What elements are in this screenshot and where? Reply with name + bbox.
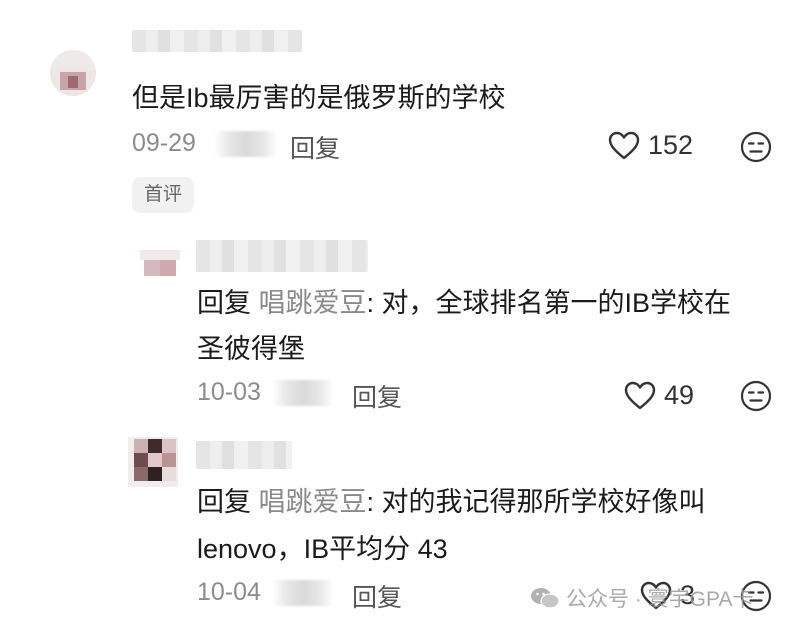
reply-button[interactable]: 回复 [290, 129, 340, 165]
username-blurred[interactable] [132, 30, 302, 52]
reply-text-line1: 回复 唱跳爱豆: 对，全球排名第一的IB学校在 [197, 281, 731, 325]
reply-body: : 对，全球排名第一的IB学校在 [366, 288, 732, 318]
heart-icon [624, 381, 656, 409]
mention-link[interactable]: 唱跳爱豆 [259, 487, 367, 517]
wechat-icon [531, 588, 560, 609]
username-blurred[interactable] [196, 441, 292, 469]
comment-text: 但是Ib最厉害的是俄罗斯的学校 [132, 83, 506, 113]
reply-button[interactable]: 回复 [352, 378, 402, 414]
reply-text-line2: lenovo，IB平均分 43 [197, 534, 448, 564]
like-count: 152 [648, 130, 694, 160]
username-blurred[interactable] [196, 240, 368, 272]
location-blurred [272, 580, 334, 606]
like-button[interactable]: 152 [608, 130, 693, 161]
avatar[interactable] [50, 50, 96, 96]
reply-button[interactable]: 回复 [352, 578, 402, 614]
like-count: 49 [664, 380, 695, 410]
comment-date: 10-04 [197, 578, 261, 606]
location-blurred [272, 380, 334, 406]
location-blurred [214, 131, 278, 157]
avatar[interactable] [128, 437, 178, 487]
neutral-face-icon[interactable] [740, 131, 772, 163]
first-comment-badge: 首评 [132, 177, 195, 213]
comment-thread: 但是Ib最厉害的是俄罗斯的学校 09-29 回复 152 首评 回复 唱跳爱豆:… [0, 0, 798, 627]
comment-date: 09-29 [132, 129, 196, 157]
reply-prefix: 回复 [197, 487, 251, 517]
watermark: 公众号 · 寰宇GPA卡 [530, 583, 753, 613]
watermark-text: 公众号 · 寰宇GPA卡 [566, 588, 754, 611]
mention-link[interactable]: 唱跳爱豆 [259, 288, 367, 318]
avatar[interactable] [140, 250, 180, 280]
like-button[interactable]: 49 [624, 380, 694, 411]
reply-body: : 对的我记得那所学校好像叫 [366, 487, 706, 517]
reply-prefix: 回复 [197, 288, 251, 318]
heart-icon [608, 131, 640, 159]
neutral-face-icon[interactable] [740, 380, 772, 412]
reply-text-line2: 圣彼得堡 [197, 334, 305, 364]
reply-text-line1: 回复 唱跳爱豆: 对的我记得那所学校好像叫 [197, 480, 706, 524]
comment-date: 10-03 [197, 378, 261, 406]
